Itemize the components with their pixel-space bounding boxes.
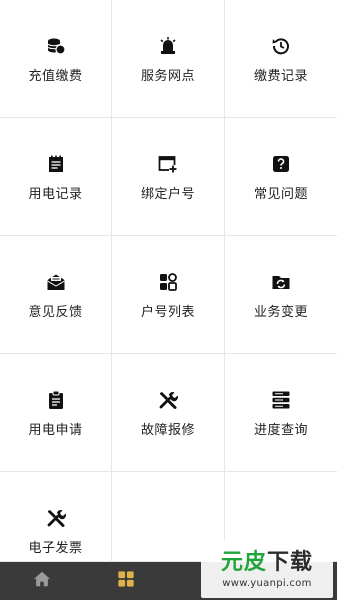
menu-item-label: 常见问题 — [253, 187, 308, 202]
menu-item-label: 绑定户号 — [140, 187, 195, 202]
menu-item-label: 用电记录 — [28, 187, 83, 202]
menu-item-label: 户号列表 — [140, 305, 195, 320]
watermark-logo: 元皮下载 — [220, 549, 314, 575]
menu-item-service-outlets[interactable]: 服务网点 — [112, 0, 225, 118]
menu-item-power-application[interactable]: 用电申请 — [0, 354, 112, 472]
notepad-icon — [46, 154, 66, 174]
service-menu-grid: 充值缴费 服务网点 缴费记录 用电记录 绑定户号 常见问题 意见反馈 户号列表 … — [0, 0, 337, 562]
tab-home[interactable] — [0, 562, 84, 600]
menu-item-progress-query[interactable]: 进度查询 — [225, 354, 337, 472]
menu-item-label: 业务变更 — [253, 305, 308, 320]
menu-item-label: 用电申请 — [28, 423, 83, 438]
menu-item-bind-account[interactable]: 绑定户号 — [112, 118, 225, 236]
coins-database-icon — [46, 36, 66, 56]
help-question-icon — [271, 154, 291, 174]
tools-icon — [46, 508, 66, 528]
menu-item-e-invoice[interactable]: 电子发票 — [0, 472, 112, 562]
menu-item-label: 缴费记录 — [253, 69, 308, 84]
tools-icon — [158, 390, 178, 410]
menu-item-business-change[interactable]: 业务变更 — [225, 236, 337, 354]
menu-item-faq[interactable]: 常见问题 — [225, 118, 337, 236]
mail-open-icon — [46, 272, 66, 292]
menu-item-payment-history[interactable]: 缴费记录 — [225, 0, 337, 118]
menu-item-recharge[interactable]: 充值缴费 — [0, 0, 112, 118]
menu-item-label: 充值缴费 — [28, 69, 83, 84]
folder-sync-icon — [271, 272, 291, 292]
watermark-url: www.yuanpi.com — [222, 577, 312, 589]
siren-light-icon — [158, 36, 178, 56]
menu-item-label: 进度查询 — [253, 423, 308, 438]
home-icon — [33, 570, 51, 592]
menu-item-label: 服务网点 — [140, 69, 195, 84]
site-watermark: 元皮下载 www.yuanpi.com — [201, 540, 333, 598]
grid-menu-icon — [117, 570, 135, 592]
clipboard-icon — [46, 390, 66, 410]
menu-item-feedback[interactable]: 意见反馈 — [0, 236, 112, 354]
menu-item-fault-repair[interactable]: 故障报修 — [112, 354, 225, 472]
menu-item-account-list[interactable]: 户号列表 — [112, 236, 225, 354]
menu-item-usage-records[interactable]: 用电记录 — [0, 118, 112, 236]
menu-item-label: 意见反馈 — [28, 305, 83, 320]
menu-item-label: 电子发票 — [28, 541, 83, 556]
window-add-icon — [158, 154, 178, 174]
history-clock-icon — [271, 36, 291, 56]
tab-services[interactable] — [84, 562, 168, 600]
server-list-icon — [271, 390, 291, 410]
menu-item-label: 故障报修 — [140, 423, 195, 438]
apps-grid-icon — [158, 272, 178, 292]
